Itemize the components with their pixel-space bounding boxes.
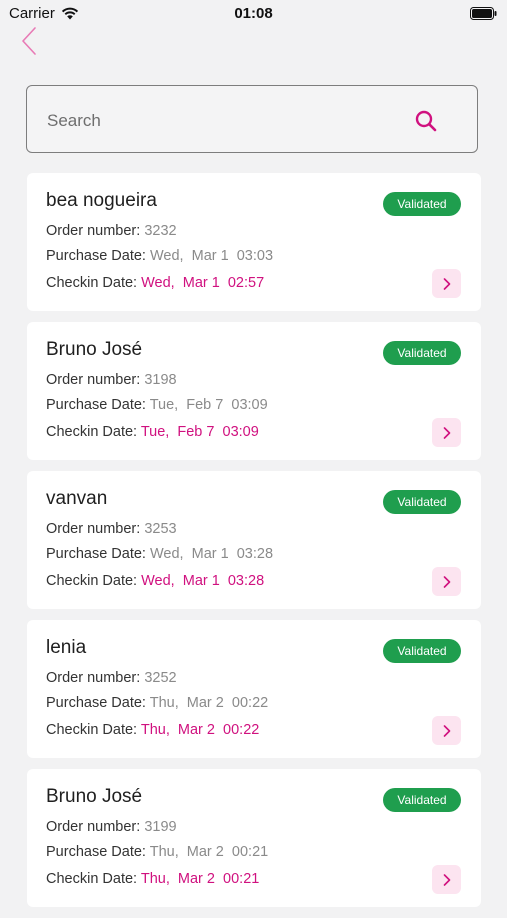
- purchase-date-value: Tue, Feb 7 03:09: [149, 397, 268, 413]
- checkin-date-label: Checkin Date:: [46, 722, 141, 738]
- open-order-button[interactable]: [432, 418, 461, 447]
- order-number-label: Order number:: [46, 372, 145, 388]
- battery-icon: [470, 7, 497, 20]
- status-badge: Validated: [383, 341, 461, 365]
- order-card[interactable]: vanvan Validated Order number: 3253 Purc…: [27, 471, 481, 609]
- chevron-right-icon: [443, 575, 450, 588]
- checkin-date-value: Wed, Mar 1 02:57: [141, 275, 265, 291]
- search-input[interactable]: [45, 105, 389, 137]
- checkin-date-label: Checkin Date:: [46, 275, 142, 291]
- purchase-date-row: Purchase Date: Tue, Feb 7 03:09: [46, 397, 268, 413]
- order-number-label: Order number:: [46, 670, 145, 686]
- status-badge: Validated: [383, 788, 461, 812]
- status-bar: Carrier 01:08: [0, 0, 507, 28]
- order-number-label: Order number:: [46, 521, 145, 537]
- order-number-row: Order number: 3252: [46, 670, 177, 686]
- status-badge: Validated: [383, 639, 461, 663]
- search-button[interactable]: [415, 110, 437, 132]
- purchase-date-label: Purchase Date:: [46, 844, 150, 860]
- chevron-left-icon: [22, 27, 36, 55]
- checkin-date-label: Checkin Date:: [46, 424, 141, 440]
- order-number-value: 3232: [144, 223, 177, 239]
- checkin-date-row: Checkin Date: Thu, Mar 2 00:22: [46, 722, 259, 738]
- checkin-date-value: Tue, Feb 7 03:09: [140, 424, 259, 440]
- status-badge: Validated: [383, 490, 461, 514]
- order-card[interactable]: Bruno José Validated Order number: 3199 …: [27, 769, 481, 907]
- customer-name: lenia: [46, 637, 87, 658]
- checkin-date-row: Checkin Date: Thu, Mar 2 00:21: [46, 871, 259, 887]
- customer-name: Bruno José: [46, 786, 143, 807]
- customer-name: vanvan: [46, 488, 108, 509]
- checkin-date-value: Thu, Mar 2 00:21: [140, 871, 260, 887]
- purchase-date-label: Purchase Date:: [46, 546, 150, 562]
- status-badge: Validated: [383, 192, 461, 216]
- purchase-date-value: Wed, Mar 1 03:03: [149, 248, 274, 264]
- open-order-button[interactable]: [432, 716, 461, 745]
- open-order-button[interactable]: [432, 567, 461, 596]
- checkin-date-value: Wed, Mar 1 03:28: [141, 573, 265, 589]
- open-order-button[interactable]: [432, 865, 461, 894]
- order-number-row: Order number: 3232: [46, 223, 177, 239]
- search-icon: [415, 110, 437, 132]
- purchase-date-row: Purchase Date: Thu, Mar 2 00:21: [46, 844, 268, 860]
- orders-list: bea nogueira Validated Order number: 323…: [27, 173, 481, 918]
- purchase-date-row: Purchase Date: Thu, Mar 2 00:22: [46, 695, 268, 711]
- order-card[interactable]: lenia Validated Order number: 3252 Purch…: [27, 620, 481, 758]
- order-number-value: 3198: [144, 372, 177, 388]
- order-card[interactable]: bea nogueira Validated Order number: 323…: [27, 173, 481, 311]
- search-bar: [26, 85, 478, 153]
- order-number-row: Order number: 3199: [46, 819, 177, 835]
- status-time: 01:08: [234, 5, 273, 22]
- checkin-date-row: Checkin Date: Wed, Mar 1 02:57: [46, 275, 264, 291]
- purchase-date-value: Thu, Mar 2 00:22: [149, 695, 269, 711]
- order-number-value: 3252: [144, 670, 177, 686]
- order-number-value: 3199: [144, 819, 177, 835]
- checkin-date-row: Checkin Date: Wed, Mar 1 03:28: [46, 573, 264, 589]
- customer-name: bea nogueira: [46, 190, 157, 211]
- checkin-date-value: Thu, Mar 2 00:22: [140, 722, 260, 738]
- purchase-date-value: Thu, Mar 2 00:21: [149, 844, 269, 860]
- chevron-right-icon: [443, 426, 450, 439]
- checkin-date-label: Checkin Date:: [46, 871, 141, 887]
- order-number-label: Order number:: [46, 819, 145, 835]
- open-order-button[interactable]: [432, 269, 461, 298]
- chevron-right-icon: [443, 277, 450, 290]
- order-number-row: Order number: 3253: [46, 521, 177, 537]
- back-button[interactable]: [14, 24, 44, 58]
- chevron-right-icon: [443, 724, 450, 737]
- checkin-date-label: Checkin Date:: [46, 573, 142, 589]
- purchase-date-row: Purchase Date: Wed, Mar 1 03:03: [46, 248, 273, 264]
- purchase-date-label: Purchase Date:: [46, 248, 150, 264]
- checkin-date-row: Checkin Date: Tue, Feb 7 03:09: [46, 424, 259, 440]
- purchase-date-label: Purchase Date:: [46, 695, 150, 711]
- customer-name: Bruno José: [46, 339, 143, 360]
- purchase-date-label: Purchase Date:: [46, 397, 150, 413]
- order-number-value: 3253: [144, 521, 177, 537]
- purchase-date-value: Wed, Mar 1 03:28: [149, 546, 274, 562]
- order-number-label: Order number:: [46, 223, 145, 239]
- order-number-row: Order number: 3198: [46, 372, 177, 388]
- chevron-right-icon: [443, 873, 450, 886]
- purchase-date-row: Purchase Date: Wed, Mar 1 03:28: [46, 546, 273, 562]
- order-card[interactable]: Bruno José Validated Order number: 3198 …: [27, 322, 481, 460]
